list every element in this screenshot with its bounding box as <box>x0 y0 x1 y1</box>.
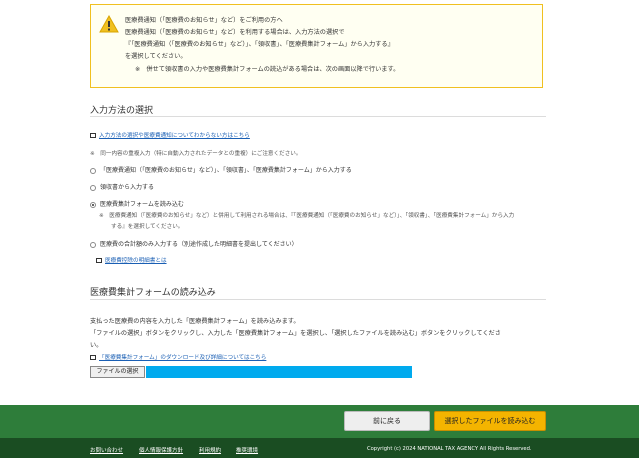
form-import-title: 医療費集計フォームの読み込み <box>90 288 216 298</box>
input-method-help-link[interactable]: 入力方法の選択や医療費通知についてわからない方はこちら <box>90 131 250 139</box>
option-label: 「医療費通知（「医療費のお知らせ」など）」、「領収書」、「医療費集計フォーム」か… <box>100 167 352 174</box>
footer-link-environment[interactable]: 推奨環境 <box>236 446 258 454</box>
form-download-link[interactable]: 「医療費集計フォーム」のダウンロード及び詳細についてはこちら <box>90 353 266 361</box>
back-button[interactable]: 前に戻る <box>344 411 430 431</box>
warning-line: 『「医療費通知（「医療費のお知らせ」など）」、「領収書」、「医療費集計フォーム」… <box>125 41 394 48</box>
form-import-desc: い。 <box>90 342 103 349</box>
radio-button[interactable] <box>90 167 96 174</box>
option-import-note: する』を選択してください。 <box>111 224 184 230</box>
file-select-button[interactable]: ファイルの選択 <box>90 366 145 378</box>
footer-link-terms[interactable]: 利用規約 <box>199 446 221 454</box>
link-text: 「医療費集計フォーム」のダウンロード及び詳細についてはこちら <box>99 355 267 361</box>
warning-line: を選択してください。 <box>125 53 187 60</box>
warning-line: 医療費通知（「医療費のお知らせ」など）をご利用の方へ <box>125 17 283 24</box>
section-divider <box>90 299 546 300</box>
copyright-text: Copyright (c) 2024 NATIONAL TAX AGENCY A… <box>367 446 532 452</box>
link-text: 入力方法の選択や医療費通知についてわからない方はこちら <box>99 133 250 139</box>
input-method-title: 入力方法の選択 <box>90 106 154 116</box>
read-file-button[interactable]: 選択したファイルを読み込む <box>434 411 546 431</box>
option-import-note: ※ 医療費通知（「医療費のお知らせ」など）と併用して利用される場合は、『「医療費… <box>99 213 515 219</box>
form-import-desc: 「ファイルの選択」ボタンをクリックし、入力した「医療費集計フォーム」を選択し、「… <box>90 330 501 337</box>
warning-line: 医療費通知（「医療費のお知らせ」など）を利用する場合は、入力方法の選択で <box>125 29 345 36</box>
selected-file-field[interactable] <box>146 366 412 378</box>
section-divider <box>90 116 546 117</box>
radio-button[interactable] <box>90 184 96 191</box>
option-label: 医療費の合計額のみ入力する（別途作成した明細書を提出してください） <box>100 241 298 248</box>
radio-button-selected[interactable] <box>90 201 96 208</box>
option-total-only[interactable]: 医療費の合計額のみ入力する（別途作成した明細書を提出してください） <box>90 239 298 248</box>
duplicate-note: ※ 同一内容の重複入力（特に自動入力されたデータとの重複）にご注意ください。 <box>90 151 302 157</box>
option-label: 領収書から入力する <box>100 184 155 191</box>
warning-note: ※ 併せて領収書の入力や医療費集計フォームの読込がある場合は、次の画面以降で行い… <box>135 66 400 73</box>
radio-button[interactable] <box>90 241 96 248</box>
link-text: 医療費控除の明細書とは <box>105 258 167 264</box>
statement-info-link[interactable]: 医療費控除の明細書とは <box>96 256 167 264</box>
footer-link-privacy[interactable]: 個人情報保護方針 <box>139 446 183 454</box>
footer-link-contact[interactable]: お問い合わせ <box>90 446 123 454</box>
warning-icon <box>99 15 119 33</box>
option-import-form[interactable]: 医療費集計フォームを読み込む <box>90 199 184 208</box>
window-icon <box>90 133 96 138</box>
option-all-sources[interactable]: 「医療費通知（「医療費のお知らせ」など）」、「領収書」、「医療費集計フォーム」か… <box>90 165 352 174</box>
form-import-desc: 支払った医療費の内容を入力した「医療費集計フォーム」を読み込みます。 <box>90 318 300 325</box>
window-icon <box>90 355 96 360</box>
window-icon <box>96 258 102 263</box>
option-label: 医療費集計フォームを読み込む <box>100 201 184 208</box>
option-receipts[interactable]: 領収書から入力する <box>90 182 154 191</box>
medical-notice-warning: 医療費通知（「医療費のお知らせ」など）をご利用の方へ 医療費通知（「医療費のお知… <box>90 4 543 88</box>
